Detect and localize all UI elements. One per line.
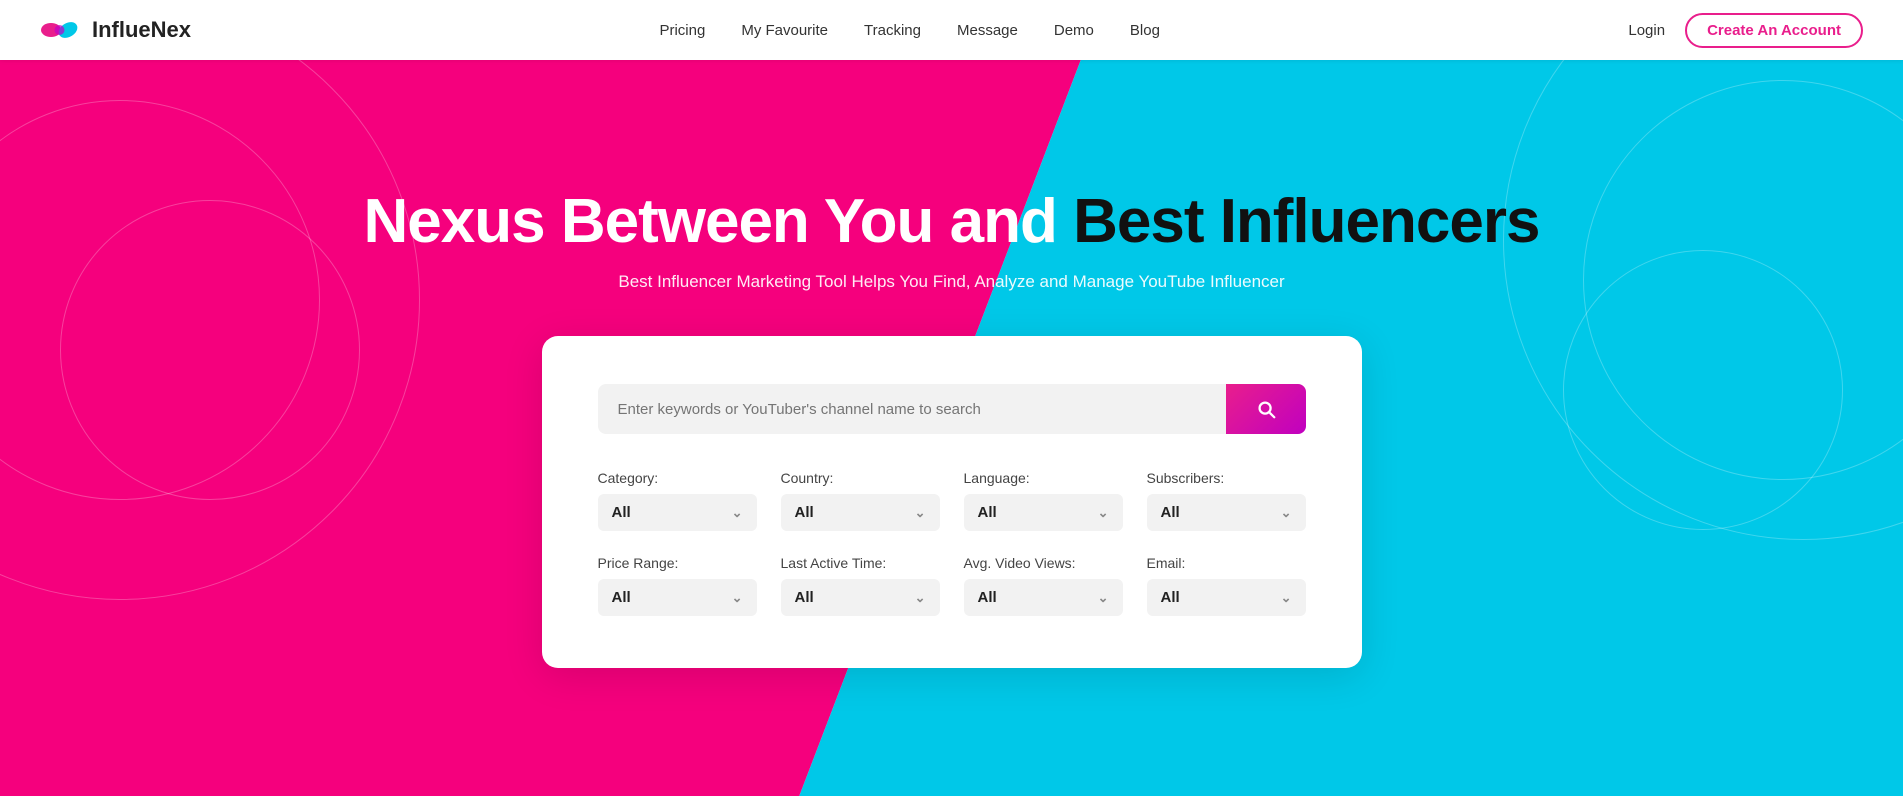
filter-category-value: All — [612, 504, 631, 521]
filter-country-label: Country: — [781, 470, 940, 486]
navbar-brand-group: InflueNex — [40, 15, 191, 45]
filter-avg-video-views-value: All — [978, 589, 997, 606]
filter-language-value: All — [978, 504, 997, 521]
search-bar-row — [598, 384, 1306, 434]
navbar: InflueNex Pricing My Favourite Tracking … — [0, 0, 1903, 60]
filter-language: Language: All ⌄ — [964, 470, 1123, 531]
filter-avg-video-views-label: Avg. Video Views: — [964, 555, 1123, 571]
nav-pricing[interactable]: Pricing — [659, 22, 705, 39]
chevron-down-icon: ⌄ — [915, 505, 926, 521]
logo-icon — [40, 15, 84, 45]
filter-avg-video-views: Avg. Video Views: All ⌄ — [964, 555, 1123, 616]
nav-tracking[interactable]: Tracking — [864, 22, 921, 39]
filter-avg-video-views-select[interactable]: All ⌄ — [964, 579, 1123, 616]
filter-category: Category: All ⌄ — [598, 470, 757, 531]
search-button[interactable] — [1226, 384, 1306, 434]
hero-title: Nexus Between You and Best Influencers — [364, 188, 1540, 256]
filter-price-range-label: Price Range: — [598, 555, 757, 571]
filter-email-value: All — [1161, 589, 1180, 606]
create-account-button[interactable]: Create An Account — [1685, 13, 1863, 48]
filter-country-value: All — [795, 504, 814, 521]
filter-country: Country: All ⌄ — [781, 470, 940, 531]
navbar-actions: Login Create An Account — [1628, 13, 1863, 48]
filter-category-select[interactable]: All ⌄ — [598, 494, 757, 531]
chevron-down-icon: ⌄ — [915, 590, 926, 606]
search-input[interactable] — [598, 384, 1226, 434]
nav-blog[interactable]: Blog — [1130, 22, 1160, 39]
filter-country-select[interactable]: All ⌄ — [781, 494, 940, 531]
nav-my-favourite[interactable]: My Favourite — [741, 22, 828, 39]
chevron-down-icon: ⌄ — [732, 590, 743, 606]
filter-price-range-value: All — [612, 589, 631, 606]
chevron-down-icon: ⌄ — [1281, 590, 1292, 606]
filter-language-select[interactable]: All ⌄ — [964, 494, 1123, 531]
hero-section: Nexus Between You and Best Influencers B… — [0, 0, 1903, 796]
nav-demo[interactable]: Demo — [1054, 22, 1094, 39]
filter-subscribers: Subscribers: All ⌄ — [1147, 470, 1306, 531]
filter-last-active-time: Last Active Time: All ⌄ — [781, 555, 940, 616]
filter-price-range: Price Range: All ⌄ — [598, 555, 757, 616]
filter-category-label: Category: — [598, 470, 757, 486]
chevron-down-icon: ⌄ — [732, 505, 743, 521]
filter-price-range-select[interactable]: All ⌄ — [598, 579, 757, 616]
filter-last-active-time-label: Last Active Time: — [781, 555, 940, 571]
brand-name: InflueNex — [92, 17, 191, 43]
hero-title-part1: Nexus Between You and — [364, 187, 1074, 256]
filter-subscribers-label: Subscribers: — [1147, 470, 1306, 486]
filter-email-label: Email: — [1147, 555, 1306, 571]
filters-grid: Category: All ⌄ Country: All ⌄ Language: — [598, 470, 1306, 616]
nav-message[interactable]: Message — [957, 22, 1018, 39]
hero-subtitle: Best Influencer Marketing Tool Helps You… — [618, 272, 1284, 292]
hero-title-part2: Best Influencers — [1073, 187, 1539, 256]
hero-content: Nexus Between You and Best Influencers B… — [0, 188, 1903, 668]
filter-last-active-time-select[interactable]: All ⌄ — [781, 579, 940, 616]
chevron-down-icon: ⌄ — [1281, 505, 1292, 521]
filter-subscribers-select[interactable]: All ⌄ — [1147, 494, 1306, 531]
login-button[interactable]: Login — [1628, 22, 1665, 39]
filter-subscribers-value: All — [1161, 504, 1180, 521]
main-nav: Pricing My Favourite Tracking Message De… — [659, 22, 1159, 39]
chevron-down-icon: ⌄ — [1098, 505, 1109, 521]
filter-email-select[interactable]: All ⌄ — [1147, 579, 1306, 616]
filter-language-label: Language: — [964, 470, 1123, 486]
filter-last-active-time-value: All — [795, 589, 814, 606]
search-icon — [1255, 398, 1277, 420]
filter-email: Email: All ⌄ — [1147, 555, 1306, 616]
chevron-down-icon: ⌄ — [1098, 590, 1109, 606]
search-card: Category: All ⌄ Country: All ⌄ Language: — [542, 336, 1362, 668]
